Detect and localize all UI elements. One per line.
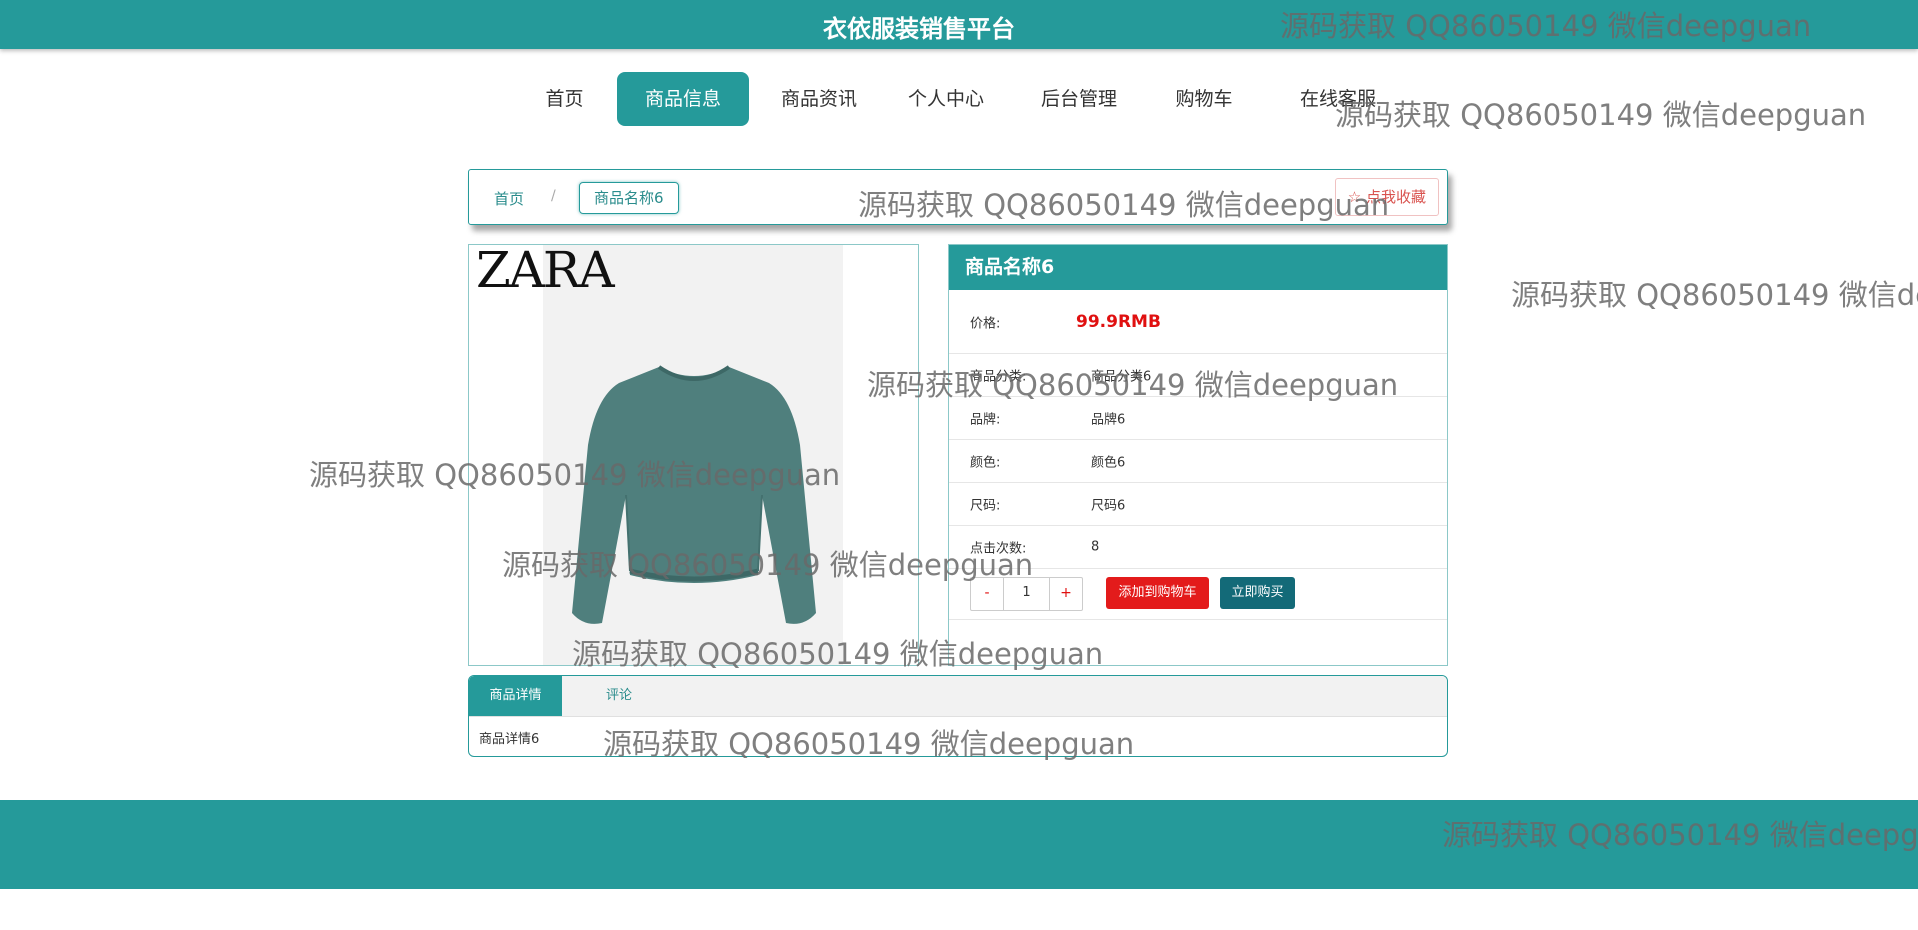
product-name: 商品名称6 bbox=[949, 245, 1447, 290]
watermark: 源码获取 QQ86050149 微信deepguan bbox=[1335, 98, 1867, 132]
purchase-row: - 1 + 添加到购物车 立即购买 bbox=[949, 569, 1447, 620]
sweater-image bbox=[572, 365, 816, 624]
color-label: 颜色: bbox=[970, 455, 1001, 471]
nav-item-profile[interactable]: 个人中心 bbox=[890, 72, 1002, 126]
favorite-button[interactable]: ☆ 点我收藏 bbox=[1334, 178, 1439, 216]
brand-row: 品牌: 品牌6 bbox=[949, 397, 1447, 440]
price-value: 99.9RMB bbox=[1076, 311, 1161, 332]
footer bbox=[0, 800, 1918, 889]
buy-now-button[interactable]: 立即购买 bbox=[1220, 577, 1295, 609]
clicks-row: 点击次数: 8 bbox=[949, 526, 1447, 569]
color-row: 颜色: 颜色6 bbox=[949, 440, 1447, 483]
watermark: 源码获取 QQ86050149 微信deepguan bbox=[1511, 278, 1918, 312]
tab-bar: 商品详情 评论 bbox=[469, 676, 1447, 717]
nav-item-home[interactable]: 首页 bbox=[520, 72, 609, 126]
quantity-input[interactable]: 1 bbox=[1003, 578, 1050, 610]
breadcrumb-separator: / bbox=[551, 188, 556, 204]
breadcrumb-current: 商品名称6 bbox=[579, 182, 679, 214]
product-image: ZARA bbox=[468, 244, 919, 666]
brand-logo: ZARA bbox=[476, 244, 615, 299]
breadcrumb: 首页 / 商品名称6 ☆ 点我收藏 bbox=[468, 169, 1448, 225]
nav-item-service[interactable]: 在线客服 bbox=[1282, 72, 1394, 126]
category-value: 商品分类6 bbox=[1091, 369, 1152, 385]
quantity-minus-button[interactable]: - bbox=[971, 578, 1003, 610]
site-title: 衣依服装销售平台 bbox=[823, 15, 1015, 43]
color-value: 颜色6 bbox=[1091, 455, 1126, 471]
nav-item-products[interactable]: 商品信息 bbox=[617, 72, 749, 126]
nav-item-cart[interactable]: 购物车 bbox=[1156, 72, 1252, 126]
tab-comments[interactable]: 评论 bbox=[579, 676, 659, 716]
tab-details[interactable]: 商品详情 bbox=[469, 676, 562, 716]
clicks-value: 8 bbox=[1091, 539, 1100, 555]
product-details-text: 商品详情6 bbox=[479, 732, 540, 747]
size-value: 尺码6 bbox=[1091, 498, 1126, 514]
category-row: 商品分类: 商品分类6 bbox=[949, 354, 1447, 397]
price-row: 价格: 99.9RMB bbox=[949, 290, 1447, 354]
size-label: 尺码: bbox=[970, 498, 1001, 514]
nav-item-news[interactable]: 商品资讯 bbox=[760, 72, 878, 126]
product-info-panel: 商品名称6 价格: 99.9RMB 商品分类: 商品分类6 品牌: 品牌6 颜色… bbox=[948, 244, 1448, 666]
price-label: 价格: bbox=[970, 316, 1001, 331]
brand-value: 品牌6 bbox=[1091, 412, 1126, 428]
quantity-stepper: - 1 + bbox=[970, 577, 1083, 611]
add-to-cart-button[interactable]: 添加到购物车 bbox=[1106, 577, 1209, 609]
top-header-bar: 衣依服装销售平台 bbox=[0, 0, 1918, 49]
product-tabs: 商品详情 评论 商品详情6 bbox=[468, 675, 1448, 757]
size-row: 尺码: 尺码6 bbox=[949, 483, 1447, 526]
nav-item-admin[interactable]: 后台管理 bbox=[1023, 72, 1135, 126]
category-label: 商品分类: bbox=[970, 369, 1027, 385]
clicks-label: 点击次数: bbox=[970, 541, 1027, 557]
breadcrumb-home-link[interactable]: 首页 bbox=[494, 188, 524, 209]
brand-label: 品牌: bbox=[970, 412, 1001, 428]
quantity-plus-button[interactable]: + bbox=[1050, 578, 1082, 610]
